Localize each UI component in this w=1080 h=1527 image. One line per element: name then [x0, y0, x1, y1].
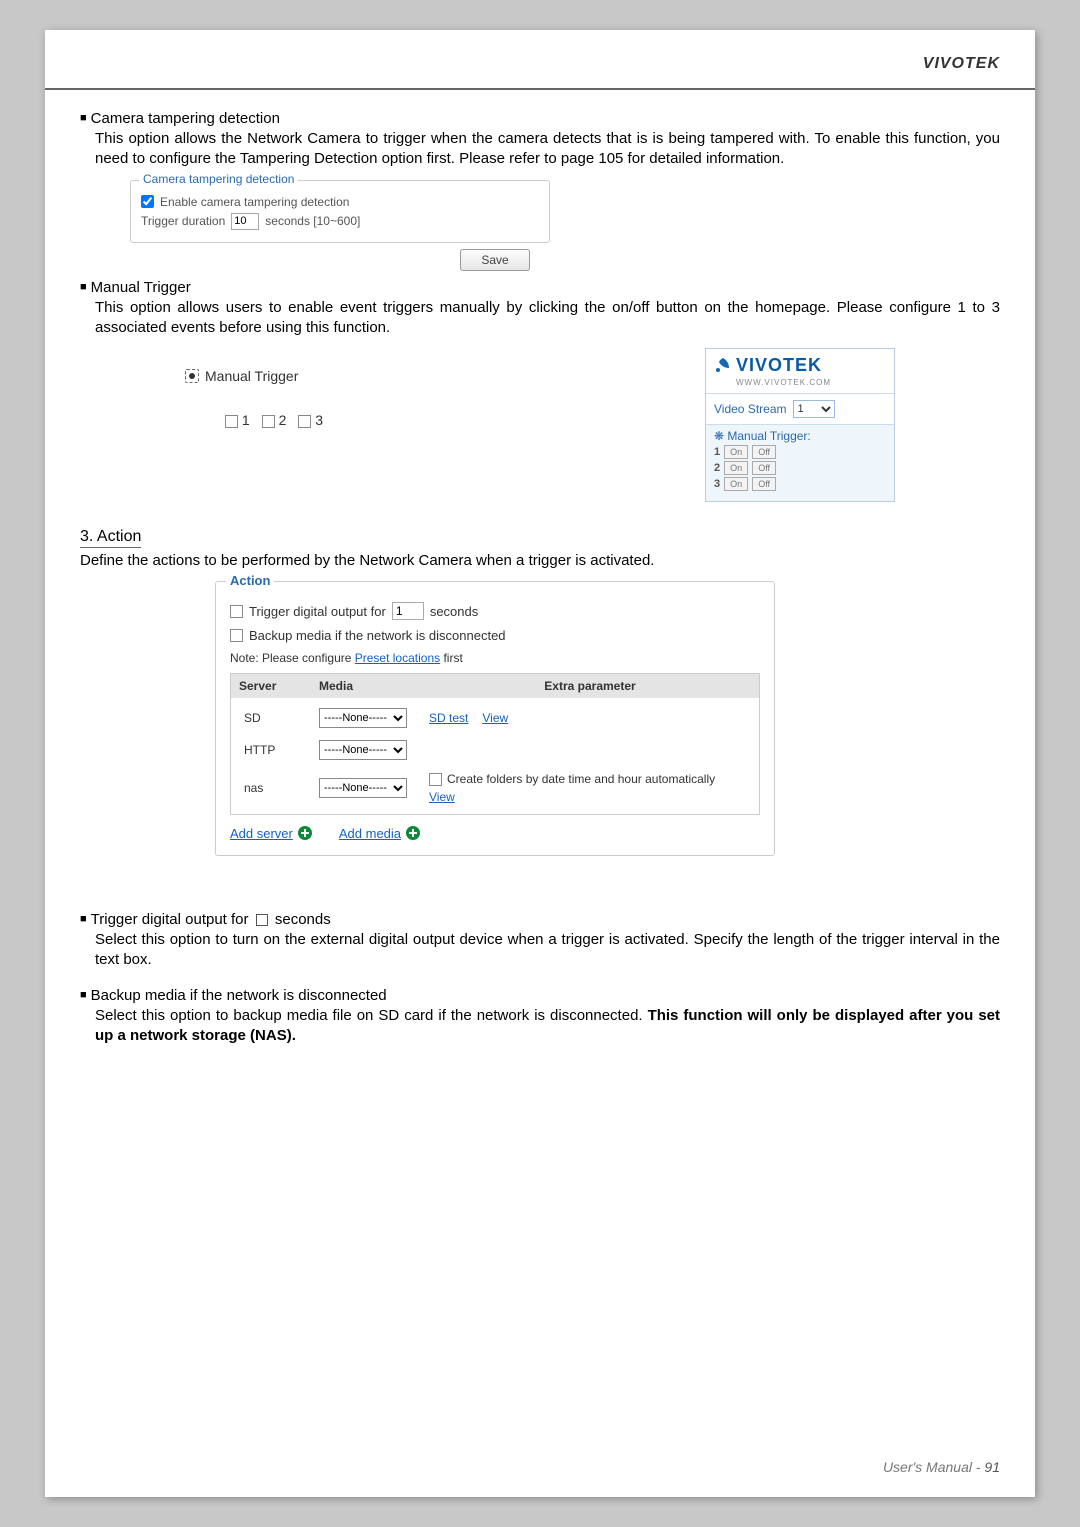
mt-row-3-num: 3: [714, 478, 720, 490]
mt-row-3-off[interactable]: Off: [752, 477, 776, 491]
mt-row-1-num: 1: [714, 446, 720, 458]
manual-trigger-left: Manual Trigger 1 2 3: [185, 368, 323, 428]
mt-row-2-num: 2: [714, 462, 720, 474]
section-title: Backup media if the network is disconnec…: [91, 987, 387, 1004]
mt-row-3-on[interactable]: On: [724, 477, 748, 491]
bullet-icon: ■: [80, 281, 87, 293]
plus-icon: [405, 825, 421, 841]
section-title: Manual Trigger: [91, 279, 191, 296]
mt-option-3-label: 3: [315, 412, 323, 428]
add-server-link[interactable]: Add server: [230, 826, 293, 841]
backup-media-checkbox[interactable]: [230, 629, 243, 642]
mt-row-1-on[interactable]: On: [724, 445, 748, 459]
trigger-output-checkbox[interactable]: [230, 605, 243, 618]
preset-locations-link[interactable]: Preset locations: [355, 651, 440, 665]
trigger-output-label-a: Trigger digital output for: [249, 604, 386, 619]
action-heading: 3. Action: [80, 528, 141, 548]
sec4-title-b: seconds: [271, 911, 331, 928]
sec4-title-a: Trigger digital output for: [91, 911, 253, 928]
video-stream-select[interactable]: 1: [793, 400, 835, 418]
preset-note: Note: Please configure Preset locations …: [230, 651, 760, 665]
trigger-duration-input[interactable]: [231, 213, 259, 230]
section-body: This option allows the Network Camera to…: [80, 129, 1000, 170]
trigger-duration-label: Trigger duration: [141, 214, 225, 228]
table-row: SD -----None----- SD test View: [231, 702, 759, 734]
add-media-link[interactable]: Add media: [339, 826, 401, 841]
table-row: nas -----None----- Create folders by dat…: [231, 766, 759, 810]
page-footer: User's Manual - 91: [883, 1459, 1000, 1475]
section-digital-output: ■ Trigger digital output for seconds Sele…: [80, 911, 1000, 971]
row-sd-media-select[interactable]: -----None-----: [319, 708, 407, 728]
manual-trigger-radio-label: Manual Trigger: [205, 368, 298, 384]
mt-option-2-label: 2: [279, 412, 287, 428]
empty-box-icon: [256, 914, 268, 926]
trigger-output-label-b: seconds: [430, 604, 478, 619]
mt-row-2-off[interactable]: Off: [752, 461, 776, 475]
section-tampering: ■ Camera tampering detection This option …: [80, 110, 1000, 170]
table-row: HTTP -----None-----: [231, 734, 759, 766]
save-button[interactable]: Save: [460, 249, 530, 271]
enable-tampering-checkbox[interactable]: [141, 195, 154, 208]
col-extra: Extra parameter: [429, 679, 751, 693]
tampering-fieldset: Camera tampering detection Enable camera…: [130, 180, 550, 243]
vivotek-url: WWW.VIVOTEK.COM: [706, 378, 894, 393]
mt-row-1-off[interactable]: Off: [752, 445, 776, 459]
nas-view-link[interactable]: View: [429, 790, 455, 804]
action-body: Define the actions to be performed by th…: [80, 552, 1000, 569]
manual-trigger-cluster: Manual Trigger 1 2 3 VIVOTEK WWW.VIVOTEK…: [80, 348, 1000, 528]
section-body: Select this option to turn on the extern…: [80, 930, 1000, 971]
section-action: 3. Action Define the actions to be perfo…: [80, 528, 1000, 569]
row-nas-media-select[interactable]: -----None-----: [319, 778, 407, 798]
backup-media-label: Backup media if the network is disconnec…: [249, 628, 506, 643]
tampering-legend: Camera tampering detection: [139, 172, 298, 186]
section-body: This option allows users to enable event…: [80, 298, 1000, 339]
vivotek-logo: VIVOTEK: [706, 349, 894, 378]
action-legend: Action: [226, 573, 274, 588]
video-stream-label: Video Stream: [714, 402, 787, 416]
row-nas-label: nas: [244, 781, 263, 795]
plus-icon: [297, 825, 313, 841]
mt-row-2-on[interactable]: On: [724, 461, 748, 475]
action-table-header: Server Media Extra parameter: [230, 673, 760, 698]
row-sd-label: SD: [244, 711, 261, 725]
header-rule: [45, 88, 1035, 90]
nas-folders-checkbox[interactable]: [429, 773, 442, 786]
mt-panel-label: ❋ Manual Trigger:: [714, 429, 886, 443]
row-http-media-select[interactable]: -----None-----: [319, 740, 407, 760]
bullet-icon: ■: [80, 989, 87, 1001]
mt-option-1-label: 1: [242, 412, 250, 428]
mt-option-2-checkbox[interactable]: [262, 415, 275, 428]
homepage-widget: VIVOTEK WWW.VIVOTEK.COM Video Stream 1 ❋…: [705, 348, 895, 502]
col-server: Server: [239, 679, 319, 693]
manual-page: VIVOTEK ■ Camera tampering detection This…: [45, 30, 1035, 1497]
leaf-icon: [714, 357, 732, 375]
trigger-output-seconds-input[interactable]: [392, 602, 424, 620]
bullet-icon: ■: [80, 913, 87, 925]
row-http-label: HTTP: [244, 743, 275, 757]
mt-option-3-checkbox[interactable]: [298, 415, 311, 428]
bullet-icon: ■: [80, 112, 87, 124]
sd-test-link[interactable]: SD test: [429, 711, 468, 725]
section-manual-trigger: ■ Manual Trigger This option allows users…: [80, 279, 1000, 339]
lower-sections: ■ Trigger digital output for seconds Sele…: [80, 911, 1000, 1046]
sd-view-link[interactable]: View: [482, 711, 508, 725]
section-title: Camera tampering detection: [91, 110, 280, 127]
enable-tampering-label: Enable camera tampering detection: [160, 195, 349, 209]
header-brand: VIVOTEK: [923, 55, 1000, 73]
action-table-body: SD -----None----- SD test View HTTP ----…: [230, 698, 760, 815]
action-fieldset: Action Trigger digital output for second…: [215, 581, 775, 856]
mt-option-1-checkbox[interactable]: [225, 415, 238, 428]
col-media: Media: [319, 679, 429, 693]
trigger-duration-hint: seconds [10~600]: [265, 214, 360, 228]
manual-trigger-radio[interactable]: [185, 369, 199, 383]
section-backup-media: ■ Backup media if the network is disconne…: [80, 987, 1000, 1047]
section-body: Select this option to backup media file …: [80, 1006, 1000, 1047]
page-content: ■ Camera tampering detection This option …: [80, 110, 1000, 1062]
nas-folders-label: Create folders by date time and hour aut…: [447, 772, 715, 786]
